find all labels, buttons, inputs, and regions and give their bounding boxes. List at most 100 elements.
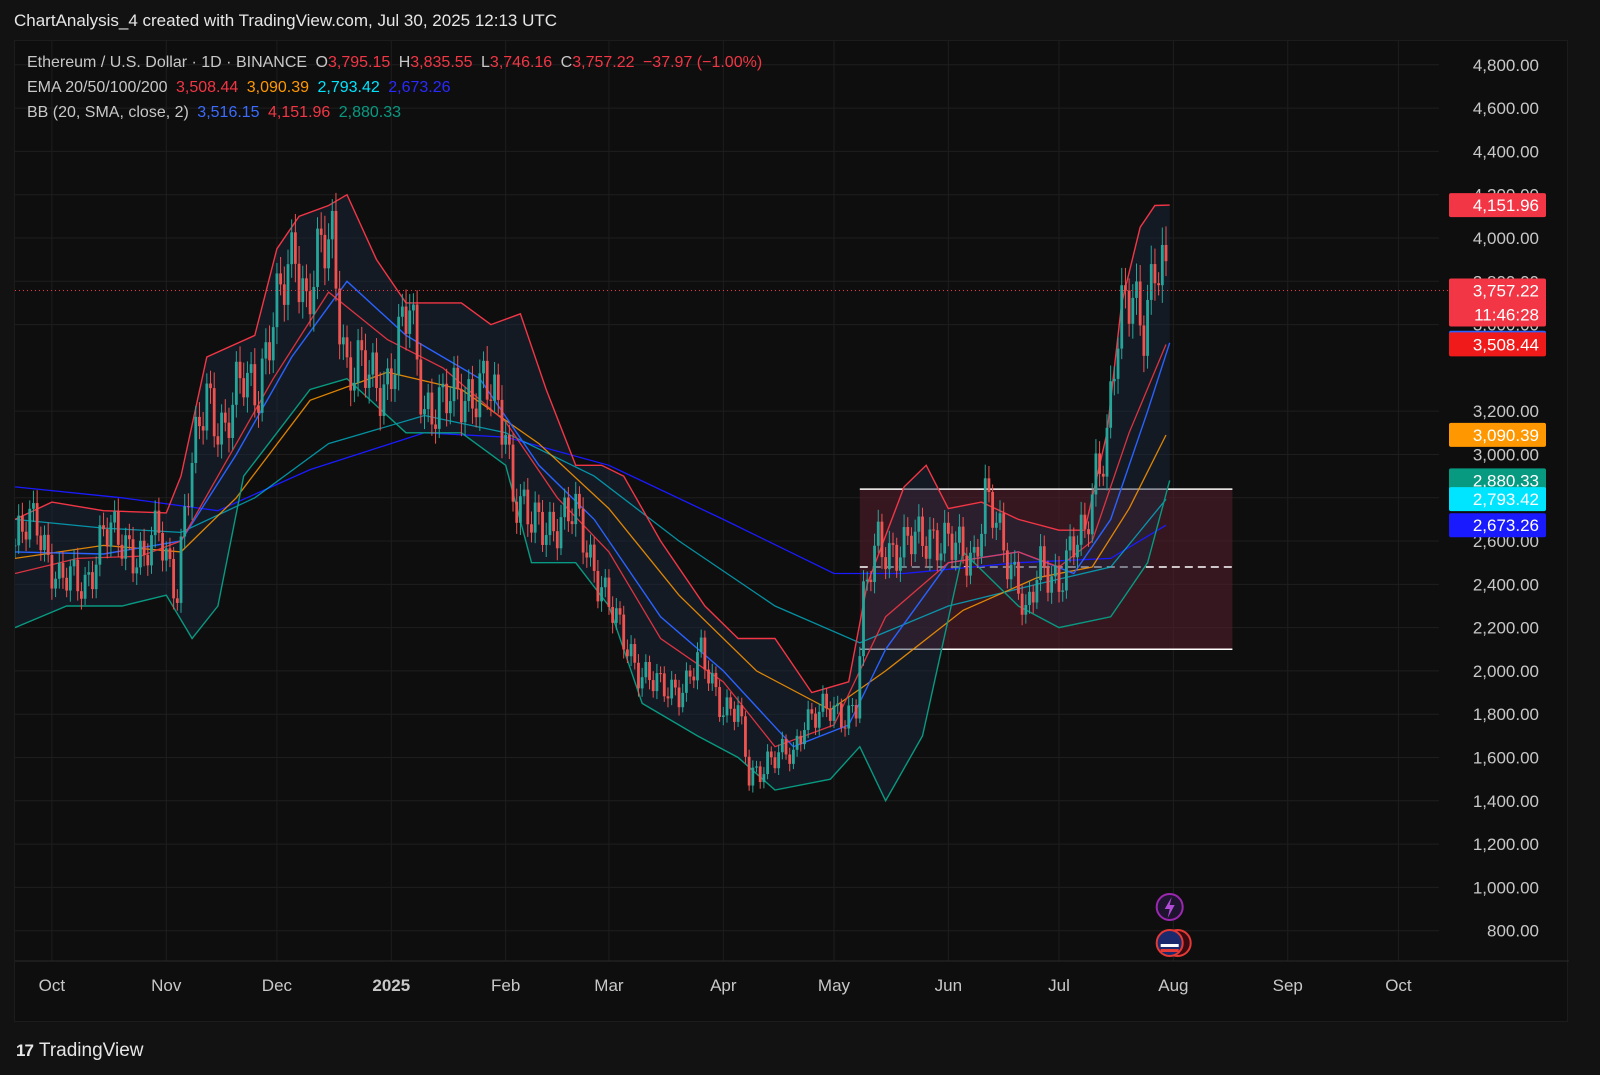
ema100-value: 2,793.42 — [317, 79, 380, 96]
candle-body — [935, 530, 939, 561]
candle-body — [43, 534, 46, 551]
candle-body — [659, 673, 662, 675]
price-badge-label: 2,793.42 — [1473, 490, 1539, 509]
candle-body — [15, 545, 17, 547]
candle-body — [1068, 536, 1072, 551]
candle-body — [559, 517, 563, 549]
candle-body — [352, 382, 356, 391]
chart-header-title: ChartAnalysis_4 created with TradingView… — [14, 11, 558, 30]
candle-body — [72, 559, 76, 567]
candle-body — [902, 527, 906, 558]
candle-body — [98, 525, 102, 565]
candle-body — [537, 502, 541, 512]
candle-body — [135, 567, 139, 574]
candle-body — [673, 679, 677, 688]
x-tick-label: Sep — [1273, 976, 1303, 995]
symbol-label[interactable]: Ethereum / U.S. Dollar · 1D · BINANCE — [27, 54, 307, 71]
candle-body — [1005, 550, 1009, 580]
bb-basis-value: 3,516.15 — [197, 104, 260, 121]
candle-body — [828, 708, 832, 721]
candle-body — [1153, 264, 1157, 284]
candle-body — [1050, 576, 1054, 593]
candle-body — [1031, 591, 1035, 603]
candle-body — [459, 389, 463, 423]
candle-body — [876, 521, 880, 546]
candle-body — [1017, 561, 1020, 594]
candle-body — [1028, 591, 1031, 606]
candle-body — [747, 756, 751, 786]
candle-body — [415, 304, 419, 360]
candle-body — [393, 374, 397, 390]
candle-body — [884, 557, 888, 570]
candle-body — [423, 409, 426, 415]
candle-body — [54, 578, 57, 589]
candle-body — [500, 399, 504, 445]
change-value: −37.97 (−1.00%) — [642, 54, 763, 71]
candle-body — [485, 360, 489, 400]
candle-body — [334, 210, 338, 289]
candle-body — [1135, 281, 1138, 298]
price-badge: 4,151.96 — [1449, 193, 1546, 218]
candle-body — [655, 673, 659, 692]
candle-body — [316, 228, 319, 287]
low-value: 3,746.16 — [489, 54, 553, 71]
candle-body — [758, 766, 762, 783]
candle-body — [533, 502, 537, 533]
candle-body — [308, 291, 312, 315]
bb-label[interactable]: BB (20, SMA, close, 2) — [27, 104, 189, 121]
candle-body — [946, 522, 950, 534]
candle-body — [821, 693, 825, 712]
candle-body — [987, 478, 991, 493]
x-tick-label: Feb — [491, 976, 520, 995]
x-tick-label: Aug — [1158, 976, 1188, 995]
candle-body — [991, 492, 995, 528]
candle-body — [777, 752, 781, 769]
candle-body — [264, 342, 268, 359]
candle-body — [456, 367, 460, 390]
candle-body — [563, 497, 567, 518]
candle-body — [544, 535, 548, 545]
y-tick-label: 3,000.00 — [1473, 445, 1539, 464]
candle-body — [555, 531, 559, 549]
price-badge: 3,090.39 — [1449, 422, 1546, 447]
candle-body — [891, 543, 895, 545]
candle-body — [858, 656, 862, 719]
candle-body — [515, 501, 519, 523]
candle-body — [253, 364, 257, 406]
candle-body — [105, 529, 109, 547]
candle-body — [382, 384, 386, 416]
candle-body — [183, 506, 187, 537]
candle-body — [397, 316, 401, 375]
candle-body — [924, 545, 928, 559]
candle-body — [611, 606, 615, 623]
x-tick-label: Jul — [1048, 976, 1070, 995]
candle-body — [474, 408, 478, 418]
candle-body — [755, 766, 758, 768]
x-tick-label: May — [818, 976, 851, 995]
candle-body — [190, 462, 194, 507]
candle-body — [360, 340, 364, 351]
ema-legend[interactable]: EMA 20/50/100/200 3,508.44 3,090.39 2,79… — [27, 79, 455, 97]
candle-body — [1076, 544, 1079, 558]
candle-body — [725, 697, 729, 716]
candle-body — [865, 579, 869, 582]
candle-body — [744, 716, 747, 757]
candle-body — [260, 358, 264, 413]
candle-body — [319, 228, 323, 235]
ohlc-legend[interactable]: Ethereum / U.S. Dollar · 1D · BINANCE O3… — [27, 54, 766, 72]
candle-body — [1020, 593, 1024, 615]
footer-brand[interactable]: 17 TradingView — [16, 1040, 143, 1062]
candle-body — [1009, 564, 1013, 580]
candle-body — [1149, 264, 1153, 300]
candle-body — [242, 378, 246, 398]
candle-body — [847, 705, 851, 729]
candle-body — [356, 340, 360, 383]
price-chart[interactable]: 4,800.004,600.004,400.004,200.004,000.00… — [15, 41, 1569, 1023]
candle-body — [68, 566, 72, 591]
candle-body — [150, 535, 153, 566]
bb-legend[interactable]: BB (20, SMA, close, 2) 3,516.15 4,151.96… — [27, 104, 405, 122]
ema-label[interactable]: EMA 20/50/100/200 — [27, 79, 168, 96]
candle-body — [762, 774, 766, 783]
candle-body — [541, 511, 544, 545]
chart-panel[interactable]: 4,800.004,600.004,400.004,200.004,000.00… — [14, 40, 1569, 1023]
